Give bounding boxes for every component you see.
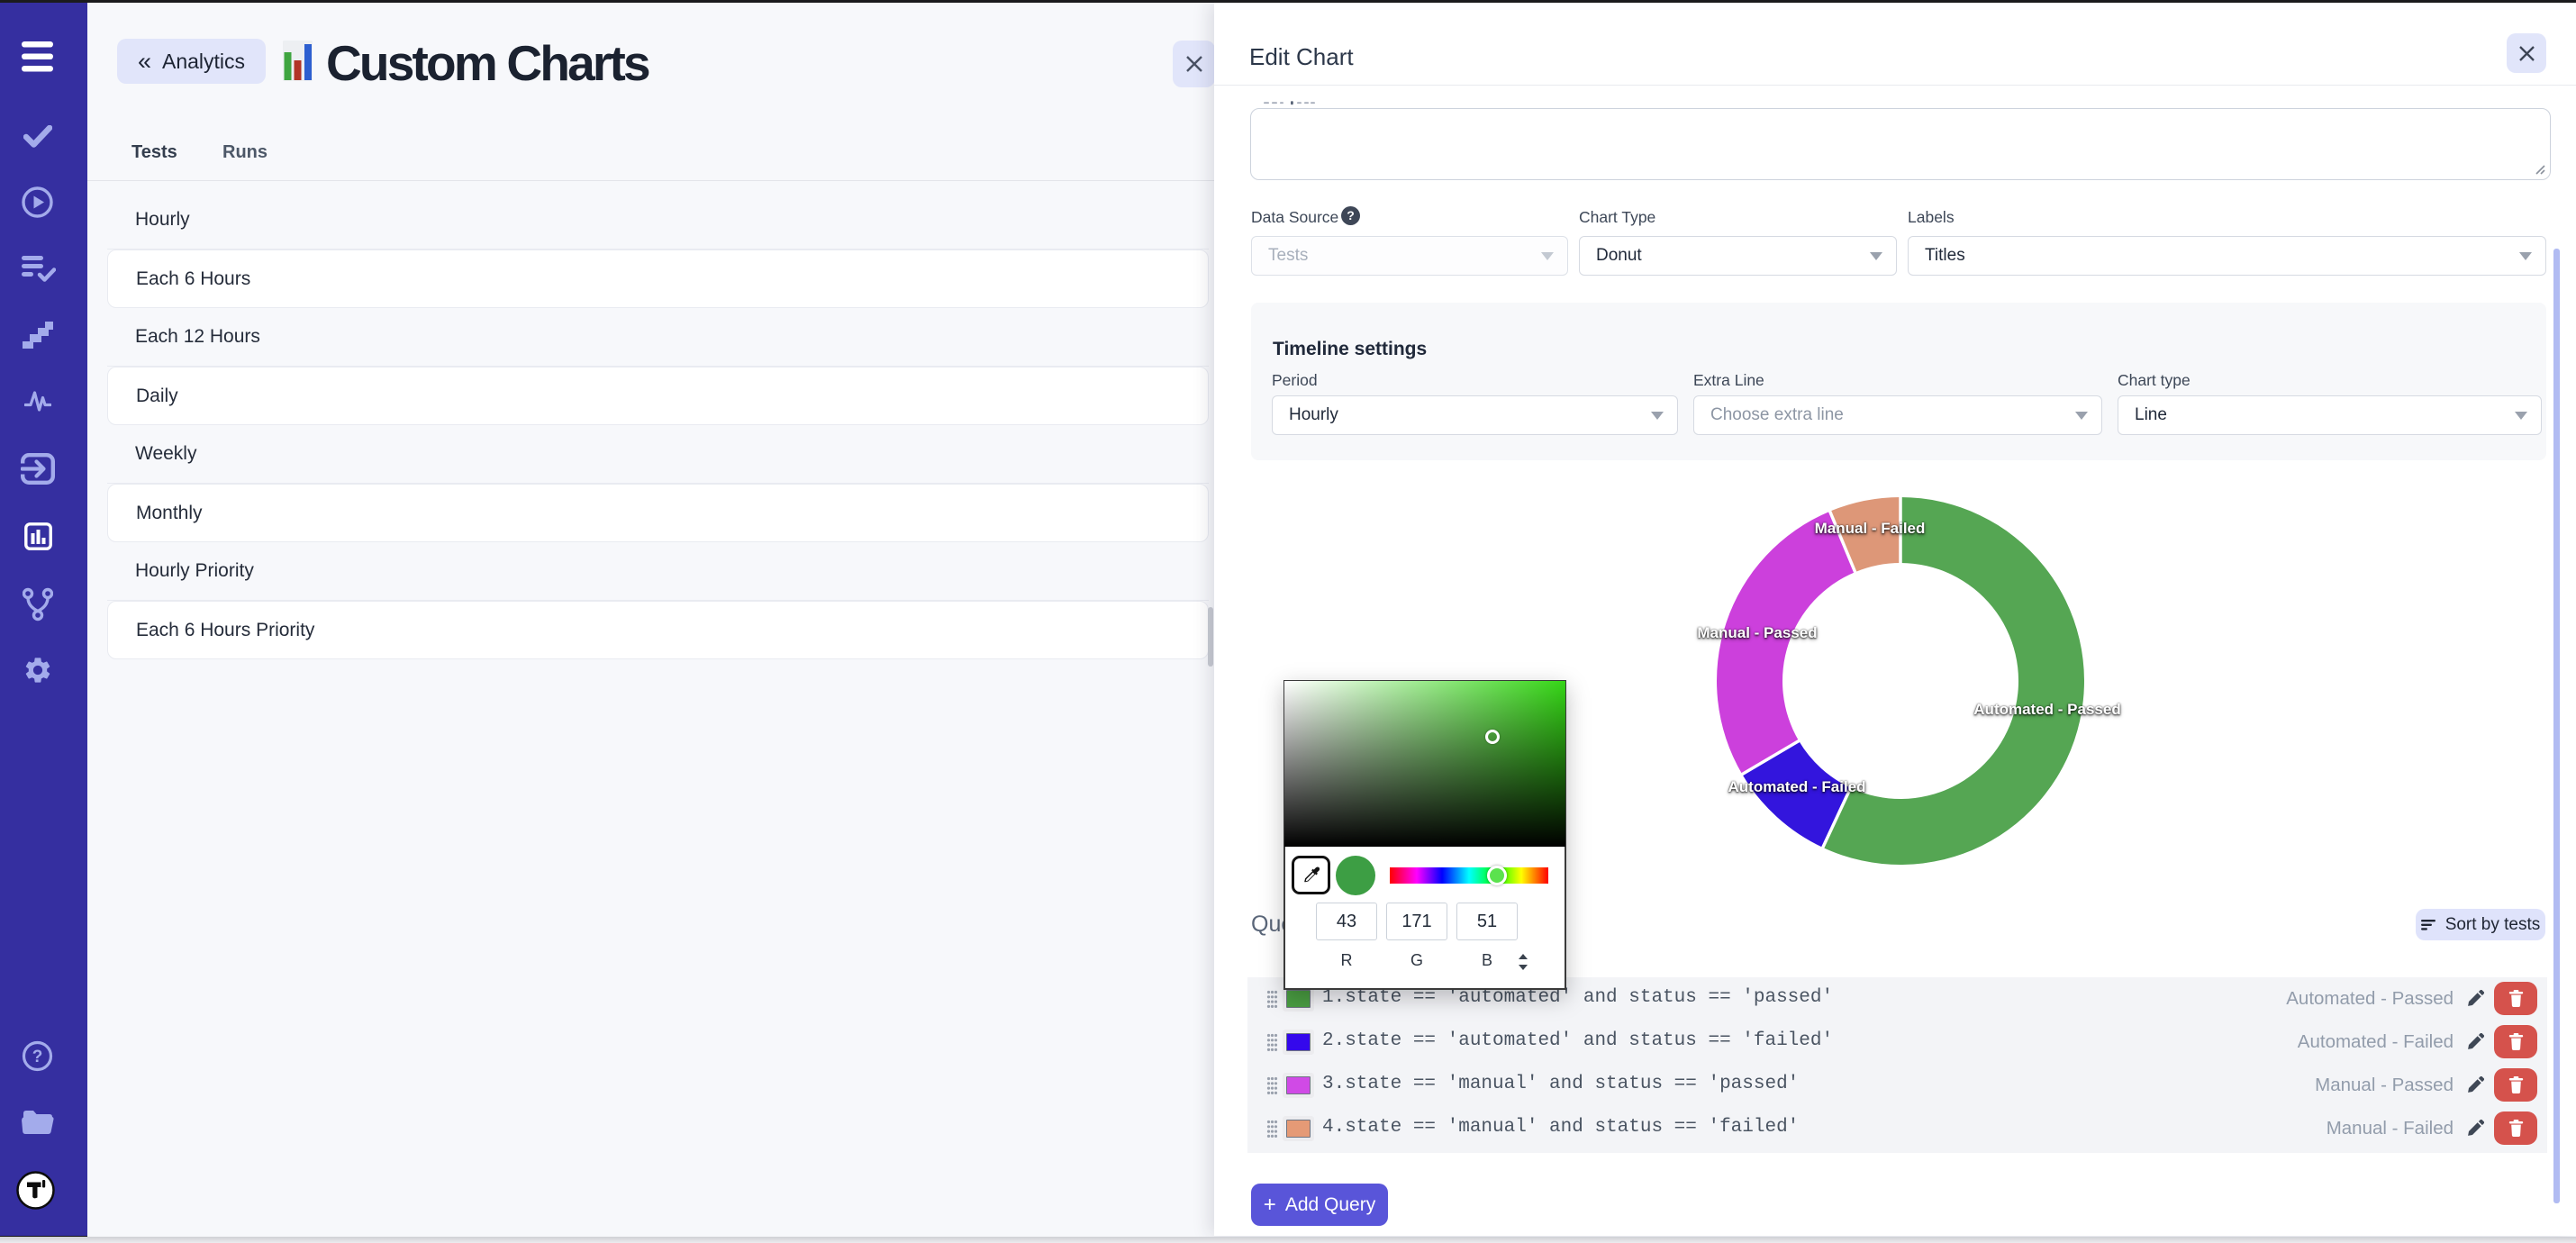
svg-text:?: ? (32, 1048, 43, 1066)
